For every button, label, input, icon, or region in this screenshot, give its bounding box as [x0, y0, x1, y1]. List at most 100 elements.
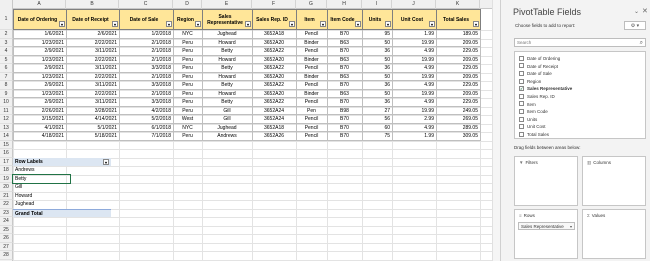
table-cell[interactable]: 3/3/2018 — [119, 64, 174, 73]
settings-button[interactable]: ⚙ ▾ — [624, 21, 646, 30]
table-cell[interactable]: 2/22/2021 — [66, 72, 120, 81]
table-cell[interactable]: Peru — [173, 72, 203, 81]
table-cell[interactable]: 2/22/2021 — [66, 55, 120, 64]
table-cell[interactable]: 2/9/2021 — [13, 47, 67, 56]
table-header-cell[interactable]: Item ▾ — [296, 9, 328, 30]
table-cell[interactable]: B63 — [327, 72, 363, 81]
table-cell[interactable]: 2/9/2021 — [13, 64, 67, 73]
table-cell[interactable]: Gill — [202, 106, 253, 115]
table-cell[interactable]: 189.05 — [436, 30, 481, 39]
table-cell[interactable]: Binder — [296, 38, 328, 47]
table-cell[interactable]: 7/1/2018 — [119, 132, 174, 141]
table-cell[interactable]: 95 — [362, 30, 393, 39]
table-cell[interactable]: 75 — [362, 132, 393, 141]
table-cell[interactable]: Howard — [202, 55, 253, 64]
row-header-26[interactable]: 26 — [0, 234, 13, 243]
table-cell[interactable]: B70 — [327, 123, 363, 132]
table-cell[interactable]: 2/1/2018 — [119, 89, 174, 98]
table-cell[interactable]: Peru — [173, 89, 203, 98]
row-header-12[interactable]: 12 — [0, 115, 13, 124]
chevron-down-icon[interactable]: ⌄ — [634, 8, 639, 15]
row-header-7[interactable]: 7 — [0, 72, 13, 81]
column-header-d[interactable]: D — [173, 0, 202, 9]
table-cell[interactable]: 3652A22 — [252, 47, 297, 56]
filter-dropdown-icon[interactable]: ▾ — [112, 21, 118, 27]
table-cell[interactable]: Jughead — [202, 30, 253, 39]
table-cell[interactable]: 3/15/2021 — [13, 115, 67, 124]
table-cell[interactable]: 3652A20 — [252, 38, 297, 47]
pivot-item[interactable]: Howard — [13, 192, 70, 201]
row-header-16[interactable]: 16 — [0, 149, 13, 158]
vertical-scrollbar[interactable] — [492, 0, 500, 261]
table-cell[interactable]: 3652A20 — [252, 89, 297, 98]
row-header-10[interactable]: 10 — [0, 98, 13, 107]
table-cell[interactable]: 27 — [362, 106, 393, 115]
table-cell[interactable]: 3652A24 — [252, 115, 297, 124]
row-header-18[interactable]: 18 — [0, 166, 13, 175]
table-cell[interactable]: 3652A18 — [252, 123, 297, 132]
checkbox[interactable] — [519, 71, 524, 76]
row-header-9[interactable]: 9 — [0, 89, 13, 98]
table-cell[interactable]: 3/11/2021 — [66, 98, 120, 107]
row-header-8[interactable]: 8 — [0, 81, 13, 90]
row-header-28[interactable]: 28 — [0, 251, 13, 260]
filter-dropdown-icon[interactable]: ▾ — [59, 21, 65, 27]
column-header-i[interactable]: I — [362, 0, 392, 9]
rows-area[interactable]: ≡ Rows Sales Representative ▾ — [514, 209, 578, 259]
table-cell[interactable]: 4/2/2018 — [119, 106, 174, 115]
checkbox[interactable] — [519, 109, 524, 114]
table-cell[interactable]: Pen — [296, 106, 328, 115]
table-cell[interactable]: B70 — [327, 115, 363, 124]
table-cell[interactable]: Howard — [202, 72, 253, 81]
table-header-cell[interactable]: Region ▾ — [173, 9, 203, 30]
table-cell[interactable]: Binder — [296, 89, 328, 98]
table-cell[interactable]: 3652A26 — [252, 132, 297, 141]
table-cell[interactable]: 289.05 — [436, 123, 481, 132]
pivot-item[interactable]: Andrews — [13, 166, 70, 175]
table-cell[interactable]: Pencil — [296, 64, 328, 73]
table-header-cell[interactable]: Date of Sale ▾ — [119, 9, 174, 30]
table-cell[interactable]: Gill — [202, 115, 253, 124]
table-header-cell[interactable]: Unit Cost ▾ — [392, 9, 437, 30]
table-cell[interactable]: 3/3/2018 — [119, 98, 174, 107]
table-cell[interactable]: 3652A22 — [252, 64, 297, 73]
table-cell[interactable]: 3652A24 — [252, 106, 297, 115]
table-cell[interactable]: 36 — [362, 47, 393, 56]
spreadsheet[interactable]: ABCDEFGHIJK 1 2 3 4 5 6 7 8 9 10 11 12 13 14 15 16 17 18 1… — [0, 0, 500, 261]
pivot-row-labels-header[interactable]: Row Labels ▾ — [13, 157, 111, 166]
table-cell[interactable]: Peru — [173, 47, 203, 56]
table-cell[interactable]: 229.05 — [436, 81, 481, 90]
row-header-4[interactable]: 4 — [0, 47, 13, 56]
table-cell[interactable]: Peru — [173, 64, 203, 73]
checkbox[interactable] — [519, 93, 524, 99]
values-area[interactable]: Σ Values — [582, 209, 646, 259]
table-cell[interactable]: Peru — [173, 132, 203, 141]
checkbox[interactable] — [519, 78, 524, 84]
table-header-cell[interactable]: Date of Ordering ▾ — [13, 9, 67, 30]
pivot-item[interactable]: Betty — [12, 173, 71, 184]
filter-dropdown-icon[interactable]: ▾ — [103, 158, 109, 165]
table-cell[interactable]: 4/14/2021 — [66, 115, 120, 124]
filter-dropdown-icon[interactable]: ▾ — [166, 21, 172, 27]
table-cell[interactable]: 2/22/2021 — [66, 38, 120, 47]
table-cell[interactable]: 1.99 — [392, 132, 437, 141]
table-cell[interactable]: 209.05 — [436, 55, 481, 64]
table-cell[interactable]: West — [173, 115, 203, 124]
filter-dropdown-icon[interactable]: ▾ — [320, 21, 326, 27]
table-cell[interactable]: 3652A20 — [252, 72, 297, 81]
table-cell[interactable]: 36 — [362, 81, 393, 90]
table-cell[interactable]: B70 — [327, 64, 363, 73]
filter-dropdown-icon[interactable]: ▾ — [355, 21, 361, 27]
row-header-5[interactable]: 5 — [0, 55, 13, 64]
table-cell[interactable]: 1.99 — [392, 30, 437, 39]
search-input[interactable]: Search ⌕ — [514, 38, 646, 47]
table-header-cell[interactable]: Item Code ▾ — [327, 9, 363, 30]
table-cell[interactable]: 19.99 — [392, 55, 437, 64]
table-cell[interactable]: 3652A20 — [252, 55, 297, 64]
column-header-g[interactable]: G — [296, 0, 327, 9]
table-cell[interactable]: Howard — [202, 89, 253, 98]
table-cell[interactable]: Betty — [202, 98, 253, 107]
table-cell[interactable]: 56 — [362, 115, 393, 124]
close-icon[interactable]: ✕ — [642, 7, 648, 15]
row-header-24[interactable]: 24 — [0, 217, 13, 226]
